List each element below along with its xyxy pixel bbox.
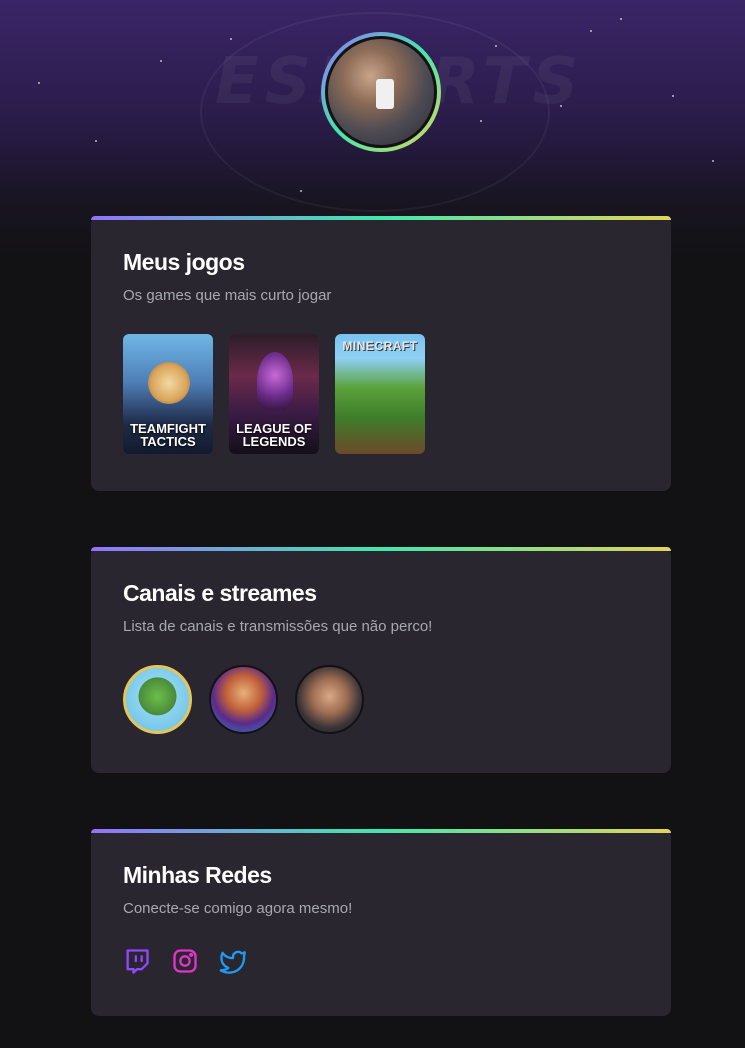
channel-avatar-2[interactable]	[209, 665, 278, 734]
channels-list	[123, 665, 639, 734]
games-list: TEAMFIGHT TACTICS LEAGUE OF LEGENDS MINE…	[123, 334, 639, 454]
tft-character-art	[148, 362, 190, 404]
game-label: LEAGUE OF LEGENDS	[236, 421, 312, 449]
profile-avatar	[325, 36, 437, 148]
game-tile-teamfight-tactics[interactable]: TEAMFIGHT TACTICS	[123, 334, 213, 454]
instagram-icon[interactable]	[171, 947, 199, 975]
game-label: TEAMFIGHT TACTICS	[130, 421, 206, 449]
channel-avatar-1[interactable]	[123, 665, 192, 734]
game-tile-league-of-legends[interactable]: LEAGUE OF LEGENDS	[229, 334, 319, 454]
games-card-title: Meus jogos	[123, 249, 245, 275]
games-card: Meus jogos Os games que mais curto jogar…	[91, 216, 671, 491]
profile-avatar-ring	[321, 32, 441, 152]
socials-card-subtitle: Conecte-se comigo agora mesmo!	[123, 900, 353, 917]
socials-list	[123, 947, 639, 975]
socials-card: Minhas Redes Conecte-se comigo agora mes…	[91, 829, 671, 1016]
channels-card: Canais e streames Lista de canais e tran…	[91, 547, 671, 773]
game-label: MINECRAFT	[342, 339, 418, 353]
socials-card-title: Minhas Redes	[123, 862, 272, 888]
channels-card-subtitle: Lista de canais e transmissões que não p…	[123, 618, 433, 635]
channel-avatar-3[interactable]	[295, 665, 364, 734]
channels-card-title: Canais e streames	[123, 580, 317, 606]
games-card-subtitle: Os games que mais curto jogar	[123, 287, 332, 304]
lol-character-art	[257, 352, 293, 410]
avatar-phone-detail	[376, 79, 394, 109]
game-tile-minecraft[interactable]: MINECRAFT	[335, 334, 425, 454]
twitter-icon[interactable]	[219, 947, 247, 975]
twitch-icon[interactable]	[123, 947, 151, 975]
